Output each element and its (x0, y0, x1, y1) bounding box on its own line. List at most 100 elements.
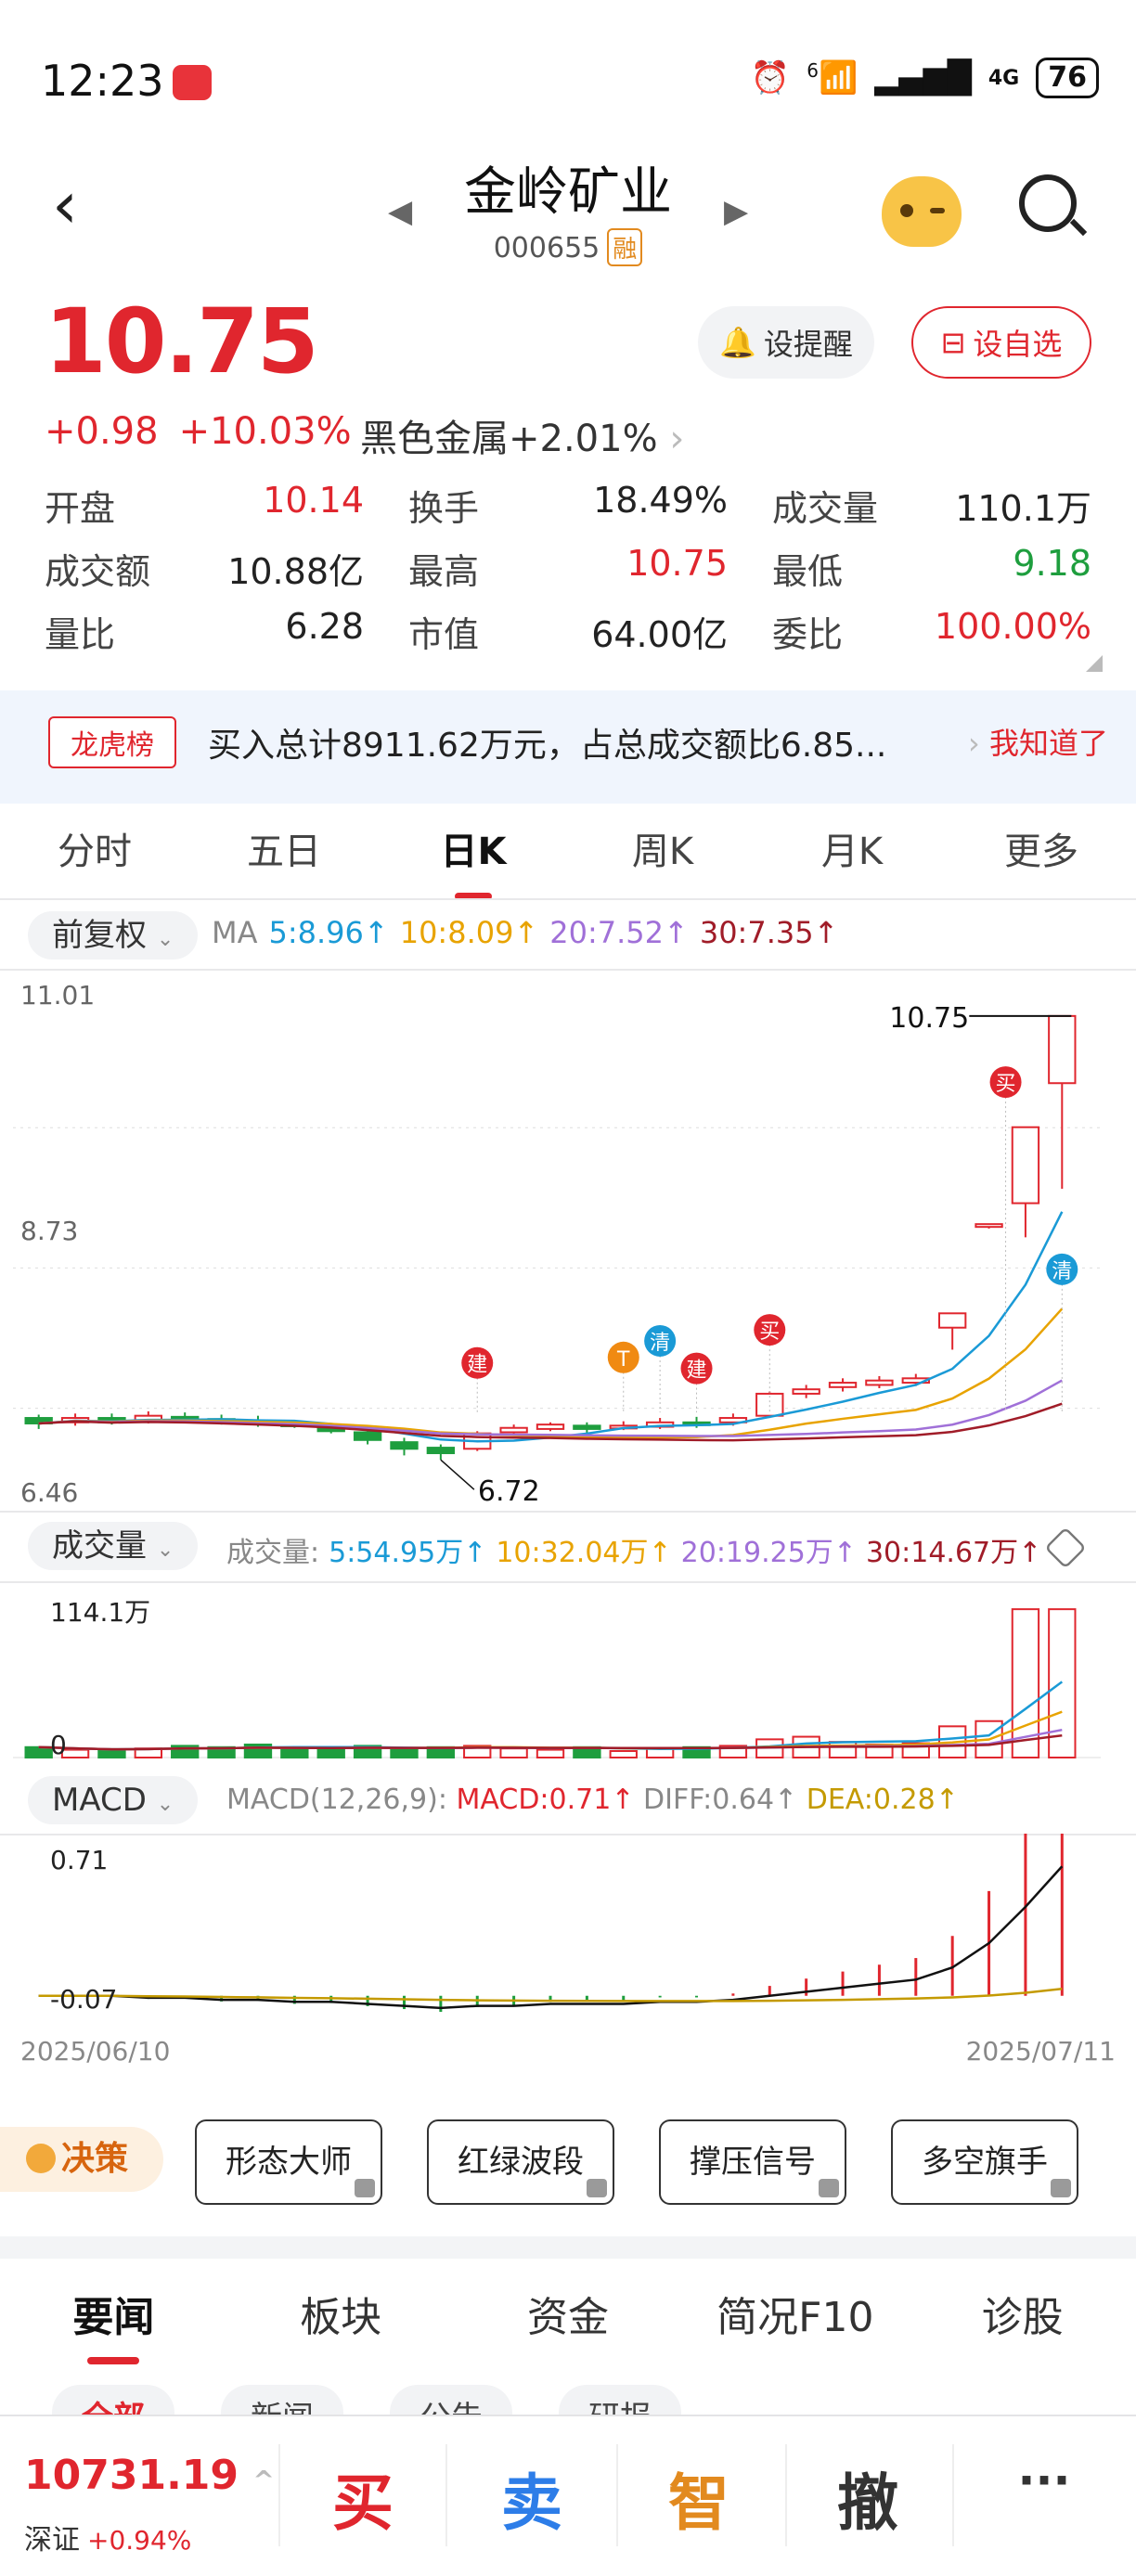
search-icon[interactable] (1019, 174, 1077, 232)
tab-kline-0[interactable]: 分时 (0, 824, 189, 904)
dragon-tiger-banner[interactable]: 龙虎榜 买入总计8911.62万元，占总成交额比6.85... › 我知道了 (0, 690, 1136, 804)
quote-cell: 换手 18.49% (408, 480, 728, 531)
volume-legend: 成交量: 5:54.95万↑ 10:32.04万↑ 20:19.25万↑ 30:14.6… (226, 1529, 1041, 1570)
candle-body (975, 1223, 1003, 1229)
quote-cell: 市值 64.00亿 (408, 606, 728, 657)
tool-button[interactable]: 多空旗手 (891, 2119, 1078, 2205)
quote-row: 量比 6.28 市值 64.00亿 委比 100.00% (45, 599, 1091, 663)
quote-cell: 委比 100.00% (772, 606, 1091, 657)
volume-y-zero: 0 (50, 1730, 67, 1760)
app-notification-icon (173, 65, 212, 100)
tab-kline-3[interactable]: 周K (568, 824, 757, 904)
volume-bar (499, 1747, 528, 1759)
macd-selector[interactable]: MACD ⌄ (28, 1776, 199, 1824)
volume-ma-value: 30:14.67万↑ (865, 1537, 1042, 1569)
add-watchlist-button[interactable]: ⊟ 设自选 (911, 306, 1091, 379)
quote-cell: 成交额 10.88亿 (45, 543, 364, 594)
set-alert-button[interactable]: 🔔 设提醒 (698, 306, 874, 379)
volume-ma-line (38, 1681, 1064, 1751)
expand-corner-icon[interactable] (1086, 655, 1103, 672)
lock-icon (819, 2179, 839, 2197)
quote-label: 成交量 (772, 487, 879, 529)
adjust-selector[interactable]: 前复权 ⌄ (28, 911, 199, 960)
smart-button[interactable]: 智 (620, 2454, 778, 2543)
macd-chart (38, 1834, 1064, 2013)
quote-grid: 开盘 10.14 换手 18.49% 成交量 110.1万 成交额 10.88亿 最高 10.75… (45, 473, 1091, 663)
sector-link[interactable]: 黑色金属+2.01% › (360, 408, 684, 462)
tab-news-0[interactable]: 要闻 (0, 2273, 227, 2366)
status-icons: ⏰ 6📶 ▂▄▆█ 4G 76 (751, 58, 1099, 98)
candle-body (499, 1426, 528, 1434)
max-price-label: 10.75 (889, 1002, 969, 1035)
tool-button[interactable]: 撑压信号 (659, 2119, 846, 2205)
tab-news-4[interactable]: 诊股 (909, 2273, 1136, 2366)
separator (952, 2444, 954, 2546)
separator (445, 2444, 447, 2546)
quote-value: 10.14 (263, 479, 364, 521)
status-time: 12:23 (41, 56, 164, 106)
candle-body (573, 1424, 601, 1430)
separator (785, 2444, 787, 2546)
candle-body (937, 1312, 967, 1329)
candlestick-chart[interactable]: 10.756.72建 T清建买买清 (0, 969, 1136, 1511)
sell-button[interactable]: 卖 (453, 2454, 611, 2543)
tab-kline-2[interactable]: 日K (379, 824, 568, 904)
signal-marker-label: T (616, 1348, 630, 1372)
tab-kline-5[interactable]: 更多 (947, 824, 1136, 904)
decision-button[interactable]: 决策 (0, 2127, 163, 2192)
date-end: 2025/07/11 (965, 2036, 1116, 2067)
dismiss-banner-button[interactable]: › 我知道了 (968, 720, 1108, 763)
status-bar: 12:23 ⏰ 6📶 ▂▄▆█ 4G 76 (0, 0, 1136, 139)
dragon-tiger-tag: 龙虎榜 (48, 716, 176, 768)
tool-button[interactable]: 形态大师 (195, 2119, 382, 2205)
tab-kline-1[interactable]: 五日 (189, 824, 379, 904)
tool-button-label: 撑压信号 (690, 2144, 816, 2181)
cancel-order-button[interactable]: 撤 (789, 2454, 947, 2543)
next-stock-icon[interactable]: ▶ (724, 193, 748, 230)
more-button[interactable]: ··· (965, 2454, 1123, 2507)
candle-body (1011, 1126, 1040, 1204)
tab-news-3[interactable]: 简况F10 (681, 2273, 909, 2366)
lock-icon (355, 2179, 375, 2197)
candle-body (865, 1379, 894, 1386)
tool-button-label: 形态大师 (226, 2144, 352, 2181)
volume-ma-value: 20:19.25万↑ (680, 1537, 857, 1569)
quote-label: 最低 (772, 550, 844, 592)
buy-button[interactable]: 买 (284, 2454, 442, 2543)
candle-body (353, 1431, 382, 1441)
volume-bar (280, 1748, 309, 1759)
tab-kline-4[interactable]: 月K (757, 824, 947, 904)
quote-cell: 最高 10.75 (408, 543, 728, 594)
tool-button[interactable]: 红绿波段 (427, 2119, 614, 2205)
settings-icon[interactable] (1044, 1526, 1087, 1569)
macd-y-max: 0.71 (50, 1845, 109, 1875)
macd-title: MACD(12,26,9): (226, 1784, 447, 1816)
quote-label: 委比 (772, 613, 844, 655)
chevron-up-icon: ^ (252, 2465, 275, 2495)
price-change: +0.98 +10.03% (45, 410, 352, 453)
bottom-trade-bar: 10731.19 ^ 深证 +0.94% 买 卖 智 撤 ··· (0, 2415, 1136, 2576)
quote-value: 18.49% (593, 479, 728, 521)
index-value[interactable]: 10731.19 ^ (24, 2452, 275, 2499)
candle-body (390, 1441, 419, 1450)
margin-badge: 融 (607, 228, 643, 266)
ma-legend: MA 5:8.96↑ 10:8.09↑ 20:7.52↑ 30:7.35↑ (212, 915, 838, 950)
quote-cell: 量比 6.28 (45, 606, 364, 657)
quote-value: 110.1万 (955, 487, 1091, 529)
volume-bar (536, 1748, 565, 1759)
stock-code: 000655 (493, 232, 600, 264)
volume-title: 成交量: (226, 1537, 320, 1569)
network-type: 4G (988, 66, 1020, 90)
tab-news-2[interactable]: 资金 (455, 2273, 682, 2366)
tab-news-1[interactable]: 板块 (227, 2273, 455, 2366)
quote-value: 9.18 (1013, 542, 1091, 584)
change-value: +0.98 (45, 410, 159, 453)
volume-selector[interactable]: 成交量 ⌄ (28, 1522, 199, 1570)
candle-body (828, 1382, 858, 1388)
divider (0, 1511, 1136, 1513)
separator (616, 2444, 618, 2546)
signal-marker-label: 清 (650, 1332, 670, 1355)
ma-prefix: MA (212, 915, 258, 950)
volume-bar (1048, 1608, 1077, 1758)
mascot-icon[interactable] (882, 176, 962, 247)
